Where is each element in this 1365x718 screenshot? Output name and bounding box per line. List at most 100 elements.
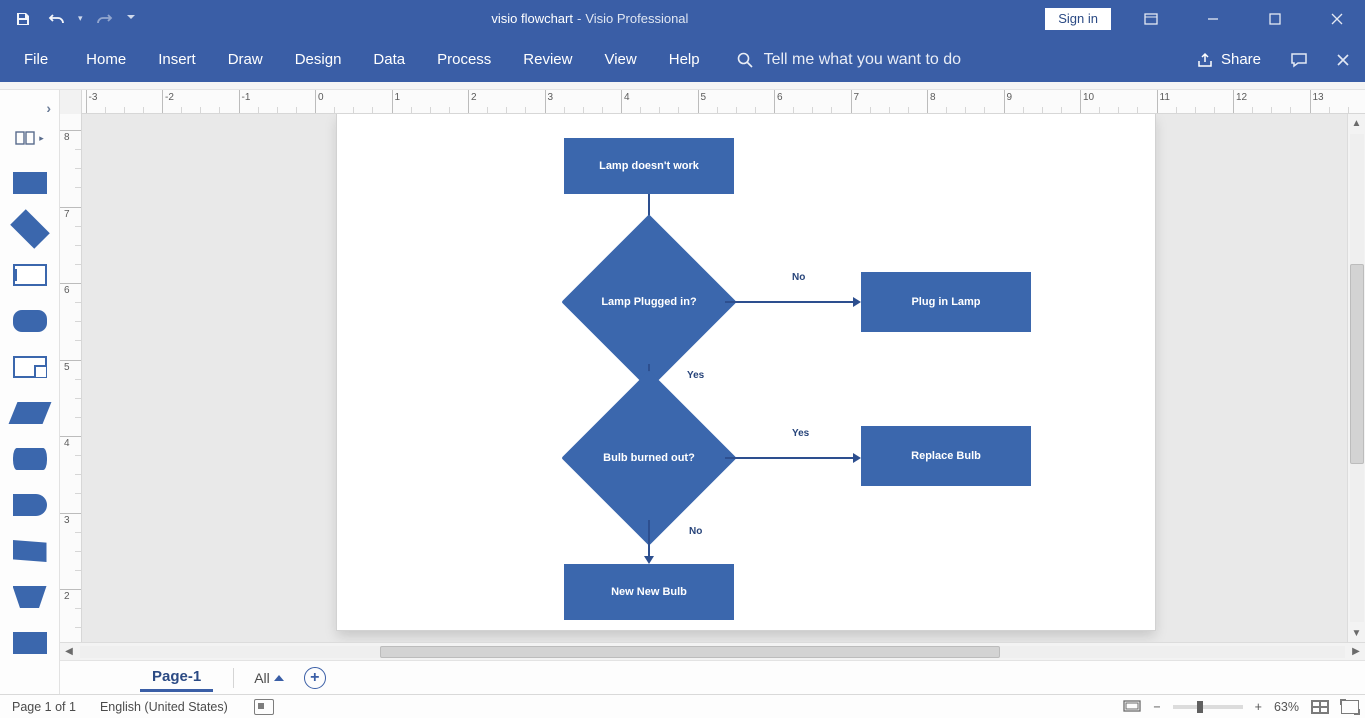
page-counter[interactable]: Page 1 of 1 [0, 700, 88, 714]
zoom-level[interactable]: 63% [1268, 700, 1305, 714]
vertical-ruler[interactable]: 8765432 [60, 114, 82, 642]
comments-icon[interactable] [1277, 37, 1321, 82]
fit-page-button[interactable] [1305, 700, 1335, 714]
tell-me-search[interactable]: Tell me what you want to do [716, 37, 961, 82]
collapse-ribbon-icon[interactable] [1321, 37, 1365, 82]
redo-icon[interactable] [91, 6, 117, 32]
flowchart-action-1[interactable]: Plug in Lamp [861, 272, 1031, 332]
stencil-toolbar-icon[interactable]: ▸ [11, 126, 49, 150]
maximize-button[interactable] [1253, 4, 1297, 34]
ruler-label: 4 [624, 92, 630, 103]
shape-manual-icon[interactable] [13, 540, 47, 562]
tab-help[interactable]: Help [653, 37, 716, 82]
presentation-mode-icon[interactable] [1117, 700, 1147, 714]
flowchart-decision-2[interactable]: Bulb burned out? [587, 396, 711, 520]
horizontal-scrollbar[interactable]: ◀ ▶ [60, 642, 1365, 660]
flowchart-end[interactable]: New New Bulb [564, 564, 734, 620]
share-label: Share [1221, 51, 1261, 68]
horizontal-ruler[interactable]: -3-2-1012345678910111213 [60, 90, 1365, 114]
ruler-label: 5 [701, 92, 707, 103]
tab-draw[interactable]: Draw [212, 37, 279, 82]
zoom-in-button[interactable]: + [1249, 700, 1268, 714]
flowchart-decision-2-label: Bulb burned out? [603, 452, 695, 464]
undo-dropdown-icon[interactable]: ▾ [78, 13, 83, 24]
connector[interactable] [725, 457, 855, 459]
connector-label-no: No [689, 526, 702, 537]
minimize-button[interactable] [1191, 4, 1235, 34]
scroll-track[interactable] [80, 646, 1345, 658]
chevron-up-icon [274, 675, 284, 681]
all-pages-button[interactable]: All [254, 670, 284, 686]
add-page-button[interactable]: + [304, 667, 326, 689]
close-button[interactable] [1315, 4, 1359, 34]
ribbon-display-options-icon[interactable] [1129, 4, 1173, 34]
shape-subprocess-icon[interactable] [13, 264, 47, 286]
all-pages-label: All [254, 670, 270, 686]
ruler-label: -2 [165, 92, 174, 103]
app-name: Visio Professional [585, 11, 688, 26]
share-button[interactable]: Share [1181, 37, 1277, 82]
ruler-label: 6 [777, 92, 783, 103]
scroll-thumb[interactable] [380, 646, 1000, 658]
qat-customize-icon[interactable] [127, 15, 135, 23]
drawing-page[interactable]: Lamp doesn't work Lamp Plugged in? [337, 114, 1155, 630]
page-tabs: Page-1 All + [60, 660, 1365, 694]
scroll-left-button[interactable]: ◀ [60, 643, 78, 661]
macro-recording-icon[interactable] [240, 699, 286, 715]
tab-data[interactable]: Data [357, 37, 421, 82]
expand-shapes-icon[interactable]: › [46, 100, 51, 116]
tab-design[interactable]: Design [279, 37, 358, 82]
tab-file[interactable]: File [0, 37, 70, 82]
flowchart-action-2-label: Replace Bulb [911, 450, 981, 462]
tab-review[interactable]: Review [507, 37, 588, 82]
ruler-label: 7 [64, 209, 70, 220]
shape-document-icon[interactable] [13, 356, 47, 378]
scroll-down-button[interactable]: ▼ [1348, 624, 1365, 642]
ruler-label: 7 [854, 92, 860, 103]
ruler-label: 13 [1313, 92, 1324, 103]
status-bar: Page 1 of 1 English (United States) − + … [0, 694, 1365, 718]
drawing-canvas[interactable]: Lamp doesn't work Lamp Plugged in? [82, 114, 1365, 642]
save-icon[interactable] [10, 6, 36, 32]
flowchart-start[interactable]: Lamp doesn't work [564, 138, 734, 194]
sign-in-button[interactable]: Sign in [1045, 8, 1111, 30]
undo-icon[interactable] [44, 6, 70, 32]
connector[interactable] [648, 520, 650, 558]
page-tab-page1[interactable]: Page-1 [140, 664, 213, 692]
ribbon-separator [0, 82, 1365, 90]
ruler-label: 3 [548, 92, 554, 103]
shape-separator-icon[interactable] [13, 632, 47, 654]
tab-home[interactable]: Home [70, 37, 142, 82]
shape-decision-icon[interactable] [10, 209, 50, 249]
shape-terminator-icon[interactable] [13, 310, 47, 332]
window-title: visio flowchart - Visio Professional [135, 11, 1046, 26]
tab-process[interactable]: Process [421, 37, 507, 82]
tab-insert[interactable]: Insert [142, 37, 212, 82]
document-name: visio flowchart [491, 11, 573, 26]
flowchart-end-label: New New Bulb [611, 586, 687, 598]
connector[interactable] [725, 301, 855, 303]
flowchart-decision-1[interactable]: Lamp Plugged in? [587, 240, 711, 364]
flowchart-action-2[interactable]: Replace Bulb [861, 426, 1031, 486]
language-status[interactable]: English (United States) [88, 700, 240, 714]
shape-delay-icon[interactable] [13, 494, 47, 516]
zoom-slider[interactable] [1167, 705, 1249, 709]
arrow-icon [644, 556, 654, 564]
shape-merge-icon[interactable] [13, 586, 47, 608]
scroll-up-button[interactable]: ▲ [1348, 114, 1365, 132]
scroll-track[interactable] [1350, 134, 1364, 622]
shape-process-icon[interactable] [13, 172, 47, 194]
zoom-out-button[interactable]: − [1147, 700, 1166, 714]
scroll-thumb[interactable] [1350, 264, 1364, 464]
ruler-label: -3 [89, 92, 98, 103]
shape-database-icon[interactable] [13, 448, 47, 470]
fit-window-button[interactable] [1335, 700, 1365, 714]
ruler-corner[interactable] [60, 90, 82, 114]
scroll-right-button[interactable]: ▶ [1347, 643, 1365, 661]
arrow-icon [853, 297, 861, 307]
tab-view[interactable]: View [588, 37, 652, 82]
ruler-label: 2 [64, 591, 70, 602]
shape-data-icon[interactable] [8, 402, 51, 424]
ruler-label: 8 [930, 92, 936, 103]
vertical-scrollbar[interactable]: ▲ ▼ [1347, 114, 1365, 642]
